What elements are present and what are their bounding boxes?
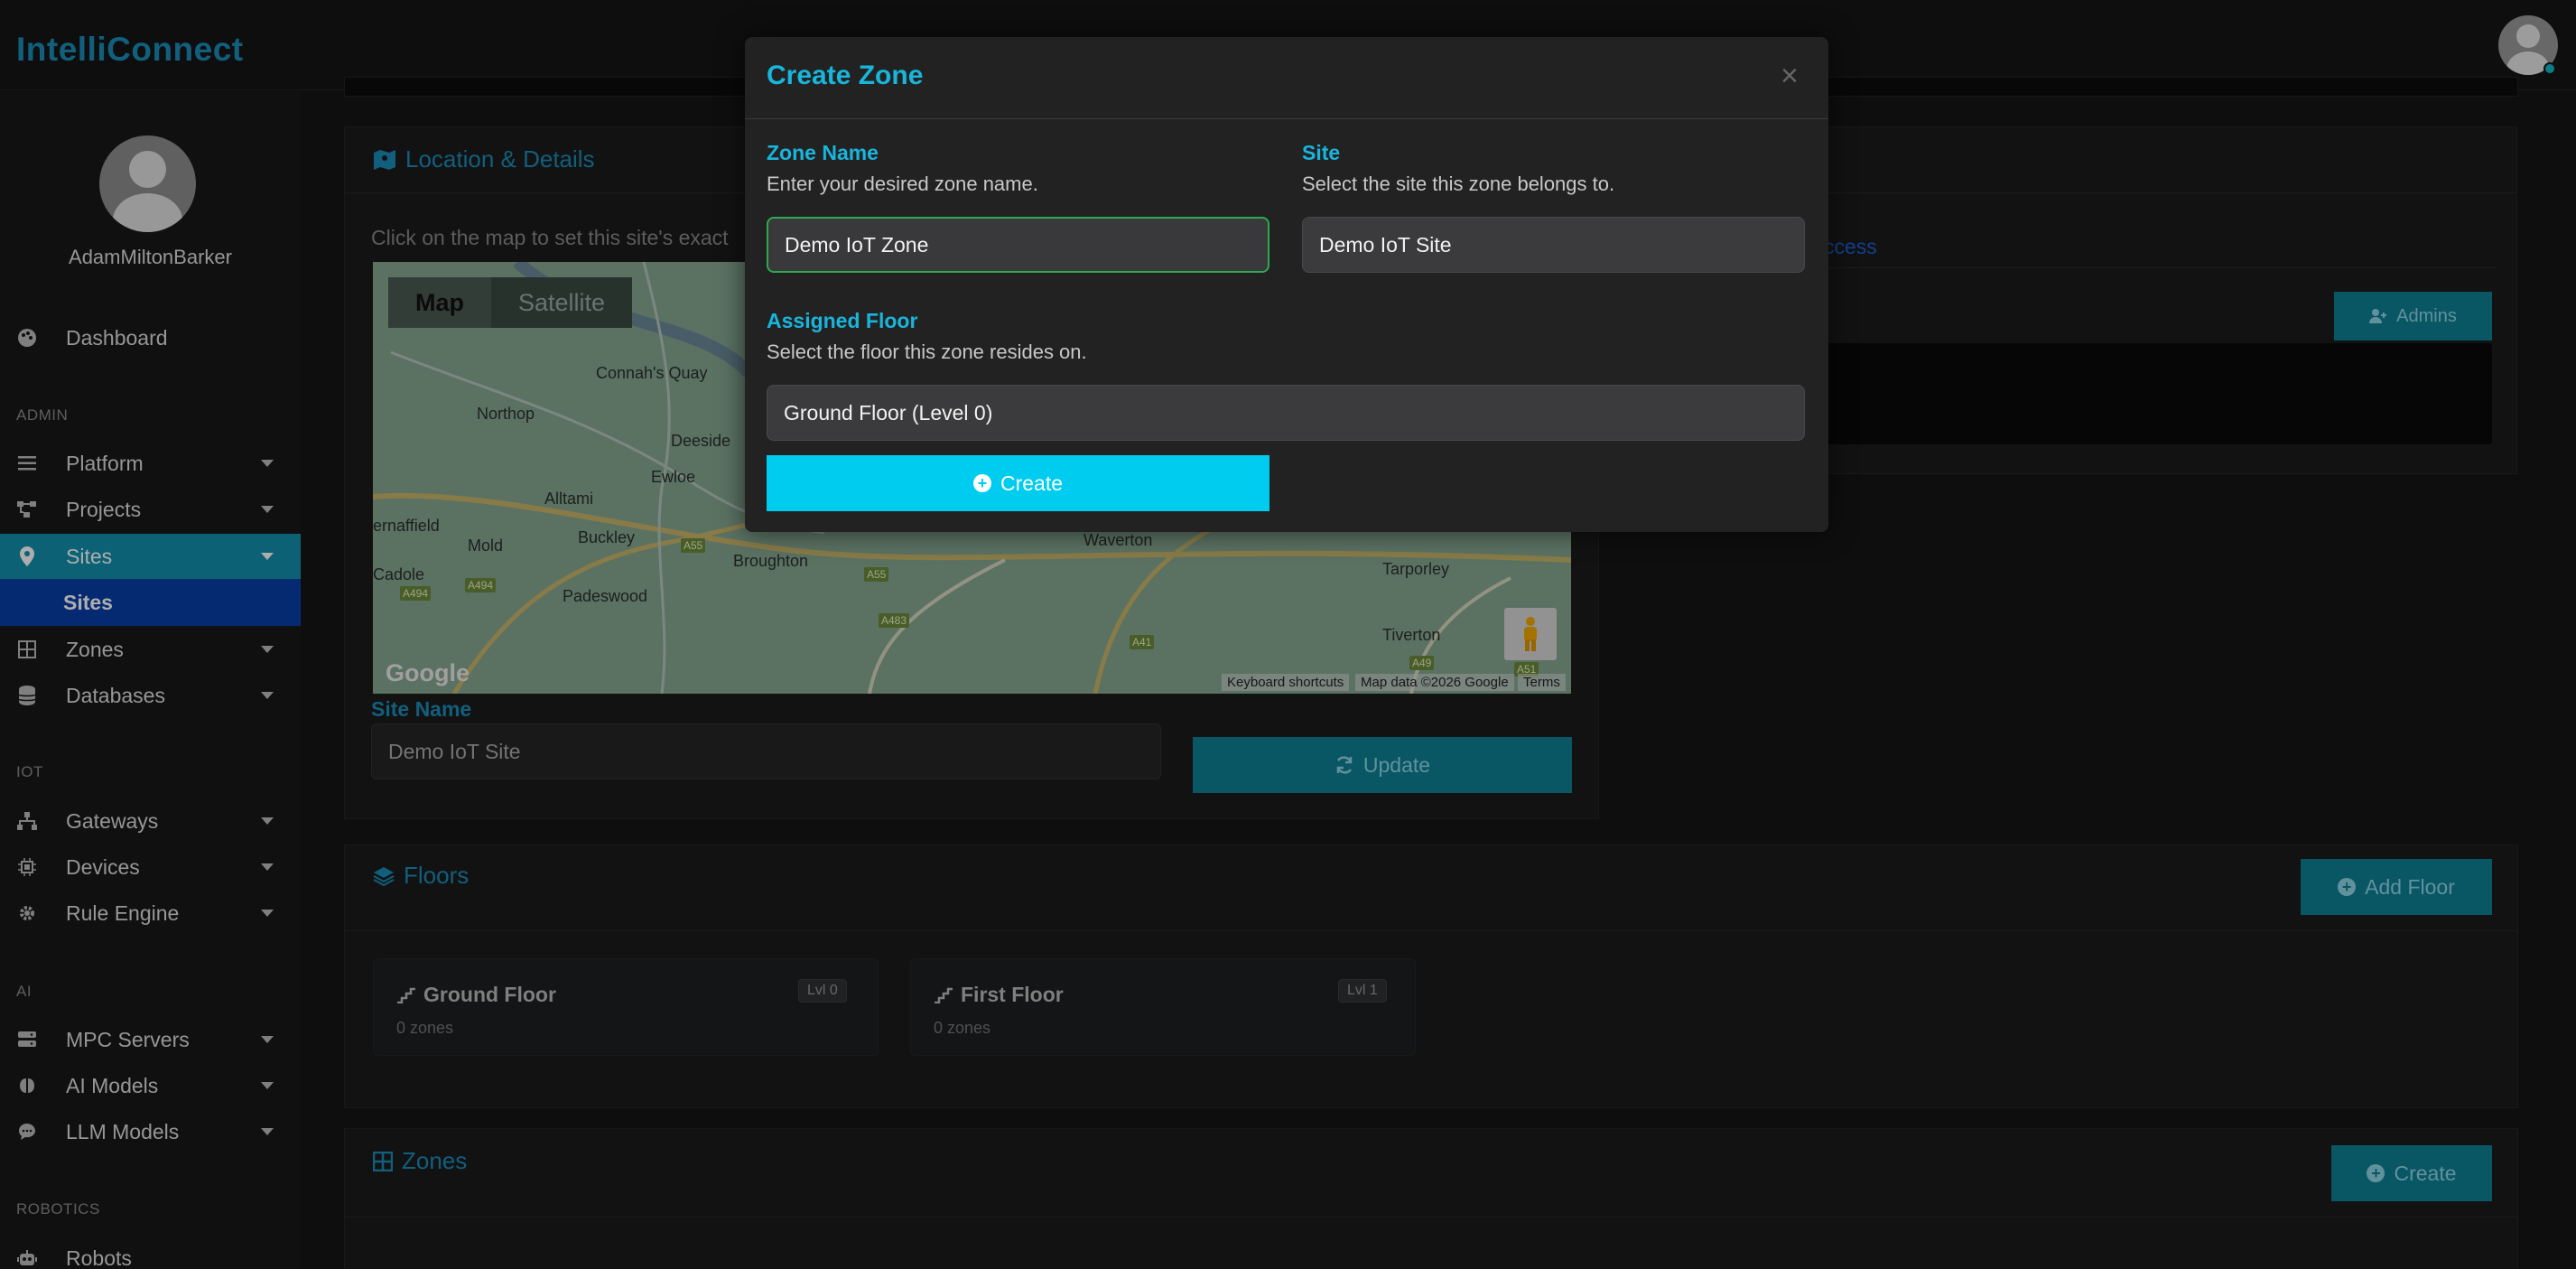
assigned-floor-select[interactable]: Ground Floor (Level 0) — [767, 385, 1805, 441]
zone-name-help: Enter your desired zone name. — [767, 173, 1038, 195]
assigned-floor-help: Select the floor this zone resides on. — [767, 341, 1087, 363]
zone-name-label: Zone Name — [767, 141, 879, 164]
assigned-floor-label: Assigned Floor — [767, 309, 918, 332]
site-select[interactable]: Demo IoT Site — [1302, 217, 1805, 273]
zone-name-input[interactable]: Demo IoT Zone — [767, 217, 1269, 273]
site-label: Site — [1302, 141, 1341, 164]
modal-divider — [745, 118, 1828, 119]
close-icon[interactable]: × — [1781, 61, 1799, 91]
modal-title: Create Zone — [767, 61, 924, 90]
create-zone-modal: Create Zone × Zone Name Enter your desir… — [745, 37, 1828, 532]
site-help: Select the site this zone belongs to. — [1302, 173, 1615, 195]
plus-circle-icon: + — [972, 474, 991, 492]
create-zone-button[interactable]: + Create — [767, 455, 1269, 511]
create-zone-label: Create — [1000, 471, 1064, 495]
